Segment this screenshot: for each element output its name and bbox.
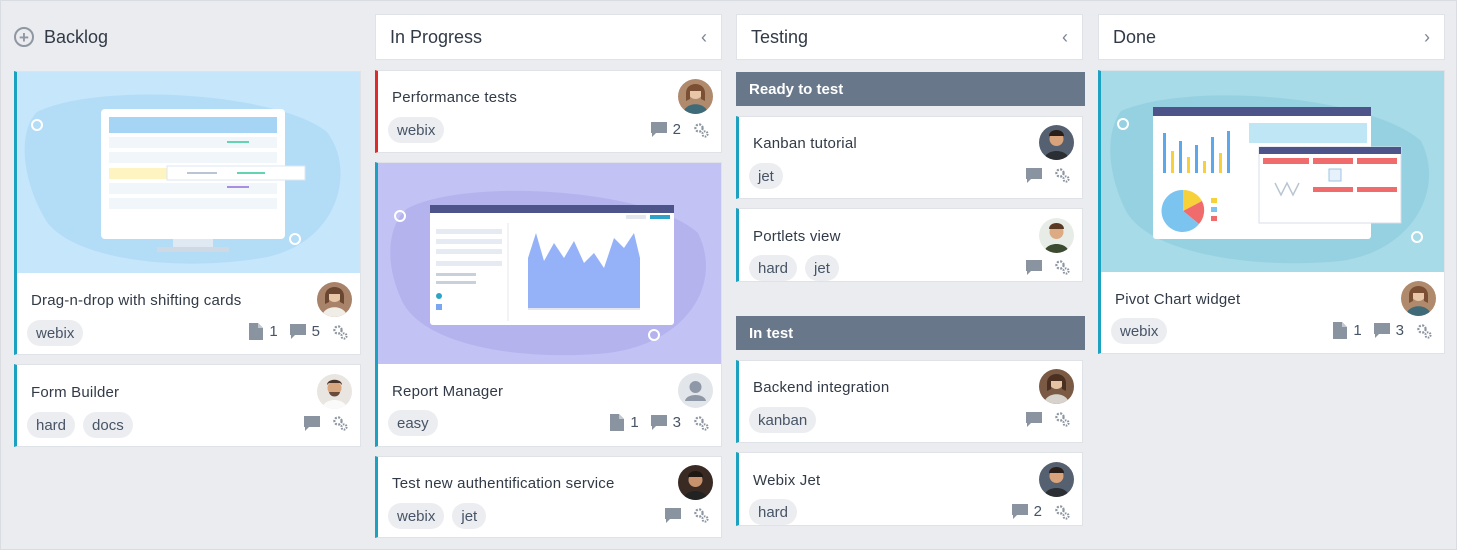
tag: easy bbox=[388, 410, 438, 436]
card-kanban-tutorial[interactable]: Kanban tutorial jet bbox=[736, 116, 1083, 199]
gear-icon[interactable] bbox=[693, 507, 709, 523]
card-report-manager[interactable]: Report Manager easy 1 3 bbox=[375, 162, 722, 447]
tag: hard bbox=[27, 412, 76, 438]
gear-icon[interactable] bbox=[1416, 323, 1432, 339]
card-portlets-view[interactable]: Portlets view hard jet bbox=[736, 208, 1083, 282]
column-backlog: + Backlog Drag-n-drop with shifting card… bbox=[14, 14, 361, 447]
attachments-count: 1 bbox=[249, 323, 278, 340]
user-avatar bbox=[1039, 218, 1074, 253]
card-pivot-chart-widget[interactable]: Pivot Chart widget webix 1 3 bbox=[1098, 70, 1445, 354]
gear-icon[interactable] bbox=[1054, 411, 1070, 427]
column-testing: Testing ‹ Ready to test Kanban tutorial … bbox=[736, 14, 1085, 526]
column-title: Done bbox=[1113, 26, 1157, 47]
comments-count: 2 bbox=[650, 121, 681, 138]
user-avatar bbox=[1039, 125, 1074, 160]
card-performance-tests[interactable]: Performance tests webix 2 bbox=[375, 70, 722, 153]
file-icon bbox=[249, 323, 264, 340]
comments-count: 3 bbox=[650, 414, 681, 431]
tag: jet bbox=[805, 255, 839, 281]
comments-count: 3 bbox=[1373, 322, 1404, 339]
tag: webix bbox=[27, 320, 84, 346]
collapse-arrow-icon[interactable]: ‹ bbox=[701, 28, 707, 46]
gear-icon[interactable] bbox=[1054, 504, 1070, 520]
card-title: Kanban tutorial bbox=[753, 135, 857, 152]
gear-icon[interactable] bbox=[332, 415, 348, 431]
user-avatar bbox=[1039, 369, 1074, 404]
user-avatar bbox=[317, 282, 352, 317]
tag: jet bbox=[452, 503, 487, 529]
attachments-count: 1 bbox=[610, 414, 639, 431]
card-image bbox=[17, 72, 360, 273]
gear-icon[interactable] bbox=[1054, 167, 1070, 183]
comment-icon bbox=[650, 122, 667, 137]
card-form-builder[interactable]: Form Builder hard docs bbox=[14, 364, 361, 447]
comment-icon bbox=[1026, 259, 1042, 275]
column-title: Backlog bbox=[44, 26, 109, 47]
tag: hard bbox=[749, 255, 798, 281]
tag: docs bbox=[83, 412, 133, 438]
comments-count: 2 bbox=[1011, 503, 1042, 520]
user-avatar bbox=[1401, 281, 1436, 316]
user-avatar bbox=[678, 79, 713, 114]
card-title: Backend integration bbox=[753, 379, 890, 396]
comment-icon bbox=[1026, 411, 1042, 427]
card-title: Drag-n-drop with shifting cards bbox=[31, 292, 242, 309]
comment-icon bbox=[289, 324, 306, 339]
user-avatar bbox=[317, 374, 352, 409]
column-header-in-progress: In Progress ‹ bbox=[375, 14, 722, 60]
column-done: Done › Pivot Chart widget webix 1 3 bbox=[1098, 14, 1445, 354]
gear-icon[interactable] bbox=[693, 415, 709, 431]
expand-arrow-icon[interactable]: › bbox=[1424, 28, 1430, 46]
column-header-testing: Testing ‹ bbox=[736, 14, 1083, 60]
column-title: In Progress bbox=[390, 26, 483, 47]
tag: webix bbox=[1111, 318, 1168, 344]
tag: jet bbox=[749, 163, 783, 189]
user-avatar bbox=[1039, 462, 1074, 497]
gear-icon[interactable] bbox=[332, 324, 348, 340]
file-icon bbox=[610, 414, 625, 431]
tag: hard bbox=[749, 499, 798, 525]
card-title: Test new authentification service bbox=[392, 475, 615, 492]
comment-icon bbox=[650, 415, 667, 430]
card-title: Form Builder bbox=[31, 384, 120, 401]
card-title: Pivot Chart widget bbox=[1115, 291, 1241, 308]
comment-icon bbox=[1373, 323, 1390, 338]
comment-icon bbox=[1026, 167, 1042, 183]
group-header-in-test[interactable]: In test bbox=[736, 316, 1085, 350]
column-header-backlog: + Backlog bbox=[14, 14, 361, 60]
card-title: Webix Jet bbox=[753, 472, 821, 489]
group-header-ready[interactable]: Ready to test bbox=[736, 72, 1085, 106]
user-avatar-placeholder bbox=[678, 373, 713, 408]
add-card-icon[interactable]: + bbox=[14, 27, 34, 47]
card-authentification-service[interactable]: Test new authentification service webix … bbox=[375, 456, 722, 538]
attachments-count: 1 bbox=[1333, 322, 1362, 339]
card-image bbox=[1101, 71, 1444, 272]
tag: kanban bbox=[749, 407, 817, 433]
card-drag-n-drop[interactable]: Drag-n-drop with shifting cards webix 1 … bbox=[14, 71, 361, 355]
column-title: Testing bbox=[751, 26, 809, 47]
card-webix-jet[interactable]: Webix Jet hard 2 bbox=[736, 452, 1083, 526]
comment-icon bbox=[304, 415, 320, 431]
file-icon bbox=[1333, 322, 1348, 339]
card-backend-integration[interactable]: Backend integration kanban bbox=[736, 360, 1083, 443]
card-title: Report Manager bbox=[392, 383, 504, 400]
tag: webix bbox=[388, 503, 445, 529]
gear-icon[interactable] bbox=[693, 122, 709, 138]
comment-icon bbox=[665, 507, 681, 523]
collapse-arrow-icon[interactable]: ‹ bbox=[1062, 28, 1068, 46]
kanban-board: + Backlog Drag-n-drop with shifting card… bbox=[0, 0, 1457, 550]
column-in-progress: In Progress ‹ Performance tests webix 2 bbox=[375, 14, 722, 538]
comment-icon bbox=[1011, 504, 1028, 519]
column-header-done: Done › bbox=[1098, 14, 1445, 60]
gear-icon[interactable] bbox=[1054, 259, 1070, 275]
card-title: Performance tests bbox=[392, 89, 518, 106]
comments-count: 5 bbox=[289, 323, 320, 340]
card-title: Portlets view bbox=[753, 228, 841, 245]
card-image bbox=[378, 163, 721, 364]
user-avatar bbox=[678, 465, 713, 500]
tag: webix bbox=[388, 117, 445, 143]
